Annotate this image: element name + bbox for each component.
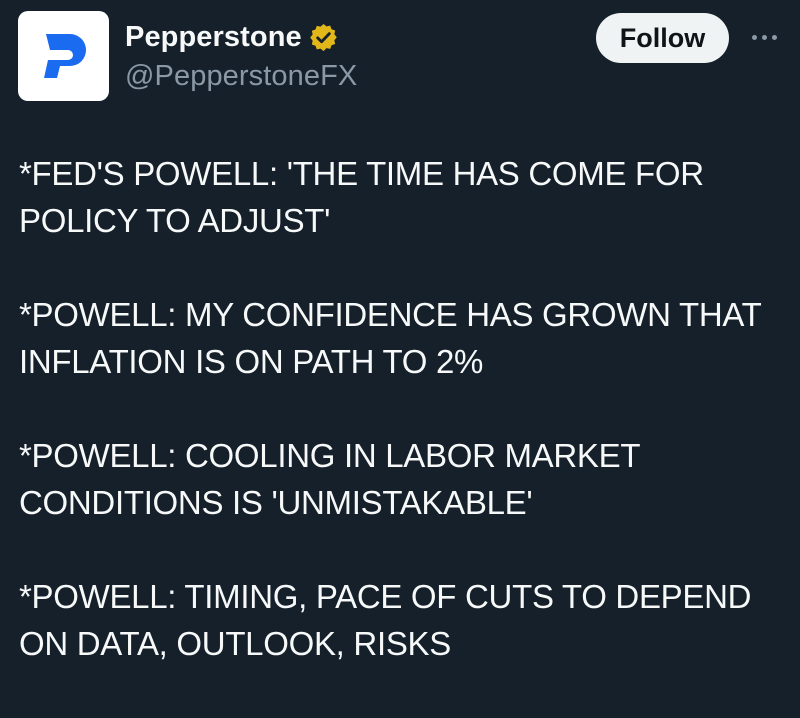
more-options-icon[interactable] xyxy=(746,22,782,52)
dot-icon xyxy=(751,34,757,40)
avatar[interactable] xyxy=(18,11,109,101)
author-name-row: Pepperstone xyxy=(125,17,339,57)
pepperstone-logo-icon xyxy=(43,34,86,78)
tweet-paragraph: *POWELL: TIMING, PACE OF CUTS TO DEPEND … xyxy=(19,578,752,662)
dot-icon xyxy=(761,34,767,40)
tweet-paragraph: *POWELL: MY CONFIDENCE HAS GROWN THAT IN… xyxy=(19,296,762,380)
verified-badge-icon xyxy=(309,23,337,51)
follow-button[interactable]: Follow xyxy=(596,13,729,63)
tweet-text: *FED'S POWELL: 'THE TIME HAS COME FOR PO… xyxy=(19,150,789,714)
tweet-paragraph: *FED'S POWELL: 'THE TIME HAS COME FOR PO… xyxy=(19,155,704,239)
author-display-name[interactable]: Pepperstone xyxy=(125,17,302,57)
author-handle[interactable]: @PepperstoneFX xyxy=(125,56,357,96)
dot-icon xyxy=(771,34,777,40)
tweet-paragraph: *POWELL: COOLING IN LABOR MARKET CONDITI… xyxy=(19,437,641,521)
